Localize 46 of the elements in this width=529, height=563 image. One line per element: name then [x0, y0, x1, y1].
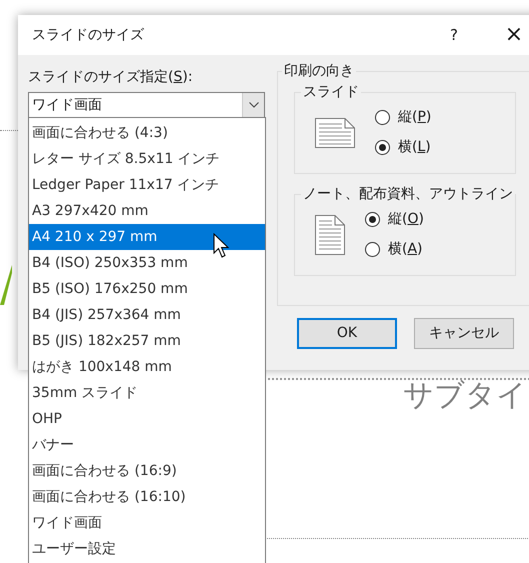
radio-option[interactable]: 横(A) — [365, 239, 424, 260]
curve-shape — [0, 265, 12, 305]
group-title: スライド — [302, 83, 360, 102]
size-dropdown[interactable]: ワイド画面 — [28, 92, 265, 118]
radio-button[interactable] — [375, 140, 390, 155]
help-button[interactable]: ? — [442, 24, 466, 46]
dropdown-item[interactable]: Ledger Paper 11x17 インチ — [29, 172, 265, 198]
radio-label: 横(L) — [398, 138, 431, 157]
subtitle-text: サブタイ — [403, 377, 527, 415]
portrait-page-icon — [315, 214, 345, 254]
window-title: スライドのサイズ — [32, 26, 145, 44]
dropdown-item[interactable]: A3 297x420 mm — [29, 198, 265, 224]
dropdown-item[interactable]: 画面に合わせる (4:3) — [29, 120, 265, 146]
cancel-button[interactable]: キャンセル — [414, 318, 514, 349]
dropdown-item[interactable]: B5 (ISO) 176x250 mm — [29, 276, 265, 302]
radio-label: 縦(P) — [398, 108, 432, 127]
dropdown-item[interactable]: B5 (JIS) 182x257 mm — [29, 328, 265, 354]
radio-button[interactable] — [375, 110, 390, 125]
group-title: 印刷の向き — [283, 62, 355, 81]
ok-button[interactable]: OK — [297, 318, 397, 349]
close-button[interactable]: × — [502, 24, 526, 46]
radio-button[interactable] — [365, 242, 380, 257]
dropdown-item[interactable]: ワイド画面 — [29, 510, 265, 536]
dropdown-item[interactable]: 画面に合わせる (16:9) — [29, 458, 265, 484]
radio-button[interactable] — [365, 212, 380, 227]
dropdown-item[interactable]: B4 (ISO) 250x353 mm — [29, 250, 265, 276]
dropdown-item[interactable]: 画面に合わせる (16:10) — [29, 484, 265, 510]
dropdown-item[interactable]: バナー — [29, 432, 265, 458]
landscape-page-icon — [315, 118, 355, 148]
dropdown-item[interactable]: ユーザー設定 — [29, 536, 265, 562]
dropdown-item[interactable]: レター サイズ 8.5x11 インチ — [29, 146, 265, 172]
dropdown-item[interactable]: A4 210 x 297 mm — [29, 224, 265, 250]
dropdown-item[interactable]: 35mm スライド — [29, 380, 265, 406]
radio-label: 縦(O) — [388, 210, 424, 229]
radio-option[interactable]: 横(L) — [375, 137, 432, 158]
chevron-down-icon — [248, 102, 258, 108]
radio-option[interactable]: 縦(O) — [365, 209, 424, 230]
dropdown-button[interactable] — [242, 93, 264, 117]
size-label: スライドのサイズ指定(S): — [28, 68, 194, 87]
mouse-pointer-icon — [213, 233, 231, 259]
group-title: ノート、配布資料、アウトライン — [302, 185, 514, 204]
dropdown-item[interactable]: B4 (JIS) 257x364 mm — [29, 302, 265, 328]
radio-option[interactable]: 縦(P) — [375, 107, 432, 128]
radio-label: 横(A) — [388, 240, 423, 259]
dropdown-item[interactable]: はがき 100x148 mm — [29, 354, 265, 380]
dropdown-item[interactable]: OHP — [29, 406, 265, 432]
